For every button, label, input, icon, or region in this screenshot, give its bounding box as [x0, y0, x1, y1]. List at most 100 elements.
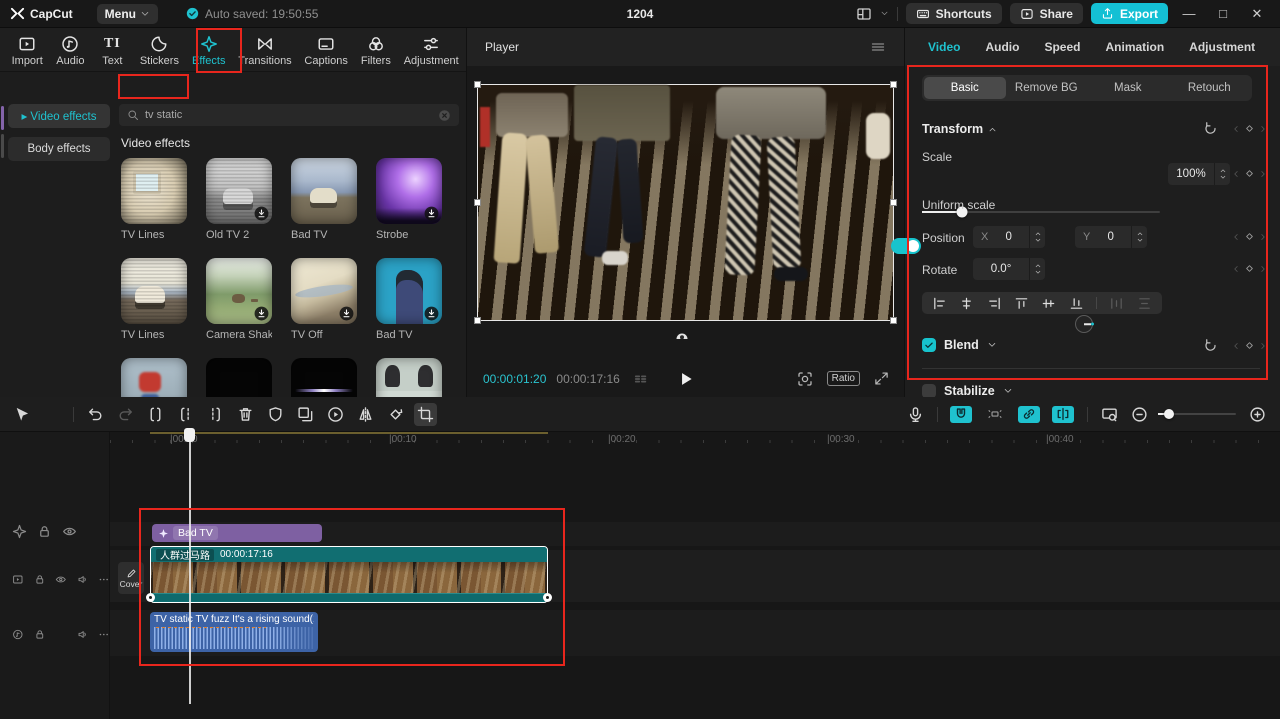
ribbon-tab-import[interactable]: Import: [6, 33, 48, 69]
lock-icon[interactable]: [34, 572, 46, 587]
eye-icon[interactable]: [55, 572, 67, 587]
transform-reset-button[interactable]: [1203, 121, 1218, 139]
magnet-button[interactable]: [950, 406, 972, 423]
canvas-handle-bottom-left[interactable]: [474, 317, 481, 324]
split-button[interactable]: [147, 406, 164, 423]
effect-card-old-tv-2[interactable]: Old TV 2: [206, 158, 272, 258]
blend-expand-icon[interactable]: [987, 340, 997, 350]
effect-thumbnail[interactable]: [121, 158, 187, 224]
blend-keyframe-control[interactable]: [1231, 340, 1268, 351]
position-x-field[interactable]: X0: [973, 226, 1029, 248]
inspector-tab-speed[interactable]: Speed: [1044, 40, 1080, 54]
video-clip[interactable]: 人群过马路 00:00:17:16: [150, 546, 548, 603]
cursor-button[interactable]: [13, 406, 30, 423]
align-left-icon[interactable]: [932, 296, 947, 311]
scale-stepper[interactable]: [1214, 163, 1230, 185]
rotate-stepper[interactable]: [1029, 258, 1045, 280]
scale-value-field[interactable]: 100%: [1168, 163, 1214, 185]
effect-card-tv-lines[interactable]: TV Lines: [121, 158, 187, 258]
blend-checkbox[interactable]: [922, 338, 936, 352]
position-x-stepper[interactable]: [1029, 226, 1045, 248]
transform-keyframe-control[interactable]: [1231, 123, 1268, 134]
play-button[interactable]: [677, 370, 695, 388]
effect-card-tv-off[interactable]: TV Off: [291, 258, 357, 358]
ratio-button[interactable]: Ratio: [827, 371, 860, 386]
rotate-dial[interactable]: [1075, 315, 1093, 333]
rotate-value-field[interactable]: 0.0°: [973, 258, 1029, 280]
layout-chevron-down-icon[interactable]: [880, 9, 889, 18]
zoom-slider-knob[interactable]: [1164, 409, 1174, 419]
effect-card-tv-lines[interactable]: TV Lines: [121, 258, 187, 358]
eye-icon[interactable]: [62, 524, 77, 539]
preview-canvas[interactable]: [478, 85, 893, 320]
align-bottom-icon[interactable]: [1069, 296, 1084, 311]
keyframe-prev-icon[interactable]: [1231, 124, 1241, 134]
layout-icon[interactable]: [856, 6, 872, 22]
shortcuts-button[interactable]: Shortcuts: [906, 3, 1002, 24]
effect-card-bad-tv[interactable]: Bad TV: [376, 258, 442, 358]
keyframe-prev-icon[interactable]: [1231, 341, 1241, 351]
lock-icon[interactable]: [34, 627, 46, 642]
frame-list-icon[interactable]: [630, 372, 652, 386]
stepper-down-icon[interactable]: [1219, 174, 1227, 180]
align-top-icon[interactable]: [1014, 296, 1029, 311]
keyframe-next-icon[interactable]: [1258, 341, 1268, 351]
canvas-handle-mid-left[interactable]: [474, 199, 481, 206]
category-scrollbar-thumb[interactable]: [1, 134, 4, 158]
keyframe-diamond-icon[interactable]: [1244, 263, 1255, 274]
undo-button[interactable]: [87, 406, 104, 423]
dots-icon[interactable]: [98, 627, 110, 642]
effect-clip[interactable]: Bad TV: [152, 524, 322, 542]
ribbon-tab-stickers[interactable]: Stickers: [134, 33, 184, 69]
canvas-handle-top-left[interactable]: [474, 81, 481, 88]
player-menu-icon[interactable]: [870, 39, 886, 55]
transform-header[interactable]: Transform: [922, 122, 997, 136]
position-y-stepper[interactable]: [1131, 226, 1147, 248]
canvas-handle-mid-right[interactable]: [890, 199, 897, 206]
maximize-button[interactable]: □: [1210, 6, 1236, 21]
audio-clip[interactable]: TV static TV fuzz It's a rising sound(1: [150, 612, 318, 652]
split-left-button[interactable]: [177, 406, 194, 423]
chevron-down-button[interactable]: [43, 406, 60, 423]
link-button[interactable]: [1018, 406, 1040, 423]
stabilize-expand-icon[interactable]: [1003, 386, 1013, 396]
align-center-h-icon[interactable]: [959, 296, 974, 311]
category-scrollbar[interactable]: [1, 106, 4, 130]
ribbon-tab-adjustment[interactable]: Adjustment: [398, 33, 464, 69]
display-button[interactable]: [1101, 406, 1118, 423]
align-right-icon[interactable]: [987, 296, 1002, 311]
ribbon-tab-audio[interactable]: Audio: [50, 33, 90, 69]
cover-button[interactable]: Cover: [118, 562, 144, 594]
blend-reset-button[interactable]: [1203, 338, 1218, 356]
inspector-subtab-mask[interactable]: Mask: [1087, 77, 1169, 99]
keyframe-diamond-icon[interactable]: [1244, 231, 1255, 242]
speed-button[interactable]: [327, 406, 344, 423]
ribbon-tab-text[interactable]: TIText: [92, 33, 132, 69]
stepper-down-icon[interactable]: [1034, 269, 1042, 275]
keyframe-diamond-icon[interactable]: [1244, 168, 1255, 179]
keyframe-next-icon[interactable]: [1258, 124, 1268, 134]
keyframe-next-icon[interactable]: [1258, 232, 1268, 242]
effect-card-strobe[interactable]: Strobe: [376, 158, 442, 258]
mirror-button[interactable]: [357, 406, 374, 423]
effect-thumbnail[interactable]: [206, 158, 272, 224]
clear-search-icon[interactable]: [438, 109, 451, 122]
mic-button[interactable]: [907, 406, 924, 423]
effect-thumbnail[interactable]: [291, 158, 357, 224]
inspector-tab-animation[interactable]: Animation: [1105, 40, 1164, 54]
inspector-tab-video[interactable]: Video: [928, 40, 960, 54]
keyframe-diamond-icon[interactable]: [1244, 340, 1255, 351]
fit-focus-icon[interactable]: [797, 371, 813, 387]
effect-card-bad-tv[interactable]: Bad TV: [291, 158, 357, 258]
overlay-button[interactable]: [297, 406, 314, 423]
inspector-subtab-remove-bg[interactable]: Remove BG: [1006, 77, 1088, 99]
timeline-zoom-slider[interactable]: [1158, 413, 1236, 415]
keyframe-diamond-icon[interactable]: [1244, 123, 1255, 134]
mask-button[interactable]: [267, 406, 284, 423]
speaker-icon[interactable]: [77, 627, 89, 642]
zoom-in-button[interactable]: [1249, 406, 1266, 423]
delete-button[interactable]: [237, 406, 254, 423]
clip-trim-handle-right[interactable]: [543, 593, 552, 602]
export-button[interactable]: Export: [1091, 3, 1168, 24]
playhead-handle[interactable]: [184, 428, 195, 442]
